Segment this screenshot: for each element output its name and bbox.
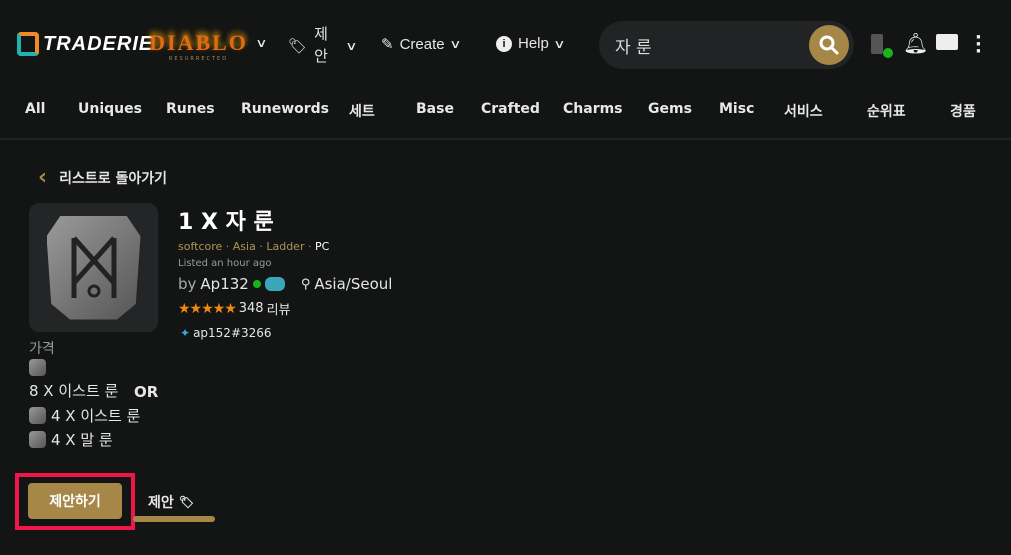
menu-help-label: Help bbox=[518, 35, 549, 52]
category-nav: All Uniques Runes Runewords 세트 Base Craf… bbox=[0, 88, 1011, 140]
price-option-1: 8 X 이스트 룬 bbox=[29, 359, 139, 401]
price-option-2b: 4 X 말 룬 bbox=[29, 429, 113, 450]
seller-location: Asia/Seoul bbox=[314, 275, 393, 293]
tab-offers[interactable]: 제안 🏷 bbox=[148, 492, 194, 512]
traderie-logo[interactable]: TRADERIE bbox=[17, 32, 153, 56]
menu-create[interactable]: ✎ Create ∨ bbox=[381, 35, 462, 54]
menu-create-label: Create bbox=[399, 35, 445, 53]
nav-sets[interactable]: 세트 bbox=[349, 101, 375, 121]
nav-giveaways[interactable]: 경품 bbox=[950, 101, 976, 121]
star-rating-icon: ★★★★★ bbox=[178, 300, 237, 317]
nav-charms[interactable]: Charms bbox=[563, 101, 623, 117]
badge-icon bbox=[264, 277, 285, 291]
back-to-list-link[interactable]: ‹ 리스트로 돌아가기 bbox=[38, 165, 167, 190]
game-selector-logo[interactable]: DIABLO RESURRECTED bbox=[149, 22, 246, 70]
nav-misc[interactable]: Misc bbox=[719, 101, 754, 117]
game-dropdown-chevron[interactable]: ∨ bbox=[255, 36, 268, 50]
nav-gems[interactable]: Gems bbox=[648, 101, 692, 117]
more-options-icon[interactable]: · · · bbox=[975, 29, 982, 61]
chevron-left-icon: ‹ bbox=[38, 165, 48, 190]
seller-name[interactable]: Ap132 bbox=[200, 275, 248, 293]
nav-leaderboard[interactable]: 순위표 bbox=[867, 101, 906, 121]
logo-text: TRADERIE bbox=[43, 32, 154, 55]
search-input[interactable]: 자 룬 bbox=[615, 33, 652, 58]
online-status-dot bbox=[883, 48, 893, 58]
search-icon bbox=[819, 35, 839, 55]
listing-title: 1 X 자 룬 bbox=[178, 210, 274, 235]
tag-icon: 🏷 bbox=[288, 38, 308, 55]
menu-offers-label: 제안 bbox=[314, 26, 328, 65]
chat-icon[interactable] bbox=[936, 34, 958, 50]
search-bar[interactable]: 자 룬 bbox=[599, 21, 854, 69]
traderie-logo-icon bbox=[17, 32, 39, 56]
tag-icon: 🏷 bbox=[178, 495, 194, 509]
item-image bbox=[29, 203, 158, 332]
listed-time: Listed an hour ago bbox=[178, 258, 272, 269]
battlenet-icon: ✦ bbox=[180, 326, 191, 340]
search-button[interactable] bbox=[809, 25, 849, 65]
menu-offers[interactable]: 🏷 제안 ∨ bbox=[288, 24, 358, 68]
rune-icon bbox=[29, 431, 46, 448]
seller-info: by Ap132 ⚲ Asia/Seoul bbox=[178, 275, 393, 293]
make-offer-button[interactable]: 제안하기 bbox=[28, 483, 122, 519]
back-label: 리스트로 돌아가기 bbox=[59, 170, 167, 187]
edit-icon: ✎ bbox=[381, 36, 394, 53]
info-icon: i bbox=[496, 35, 512, 52]
price-label: 가격 bbox=[29, 341, 55, 357]
tab-active-indicator bbox=[133, 516, 215, 522]
rune-icon bbox=[29, 407, 46, 424]
nav-services[interactable]: 서비스 bbox=[784, 101, 823, 121]
price-or: OR bbox=[134, 383, 159, 401]
nav-runewords[interactable]: Runewords bbox=[241, 101, 329, 117]
location-pin-icon: ⚲ bbox=[300, 276, 311, 292]
chevron-down-icon: ∨ bbox=[255, 36, 268, 50]
bell-icon[interactable]: 🔔︎ bbox=[903, 31, 928, 55]
user-avatar[interactable] bbox=[871, 34, 883, 54]
chevron-down-icon: ∨ bbox=[553, 36, 566, 51]
rune-icon bbox=[29, 359, 46, 376]
chevron-down-icon: ∨ bbox=[345, 39, 358, 53]
battlenet-id: ✦ ap152#3266 bbox=[180, 326, 272, 340]
listing-meta: softcore · Asia · Ladder · PC bbox=[178, 240, 330, 253]
nav-crafted[interactable]: Crafted bbox=[481, 101, 540, 117]
nav-all[interactable]: All bbox=[25, 101, 45, 117]
online-status-dot bbox=[252, 280, 261, 288]
price-option-2a: 4 X 이스트 룬 bbox=[29, 405, 140, 426]
menu-help[interactable]: i Help ∨ bbox=[496, 35, 566, 52]
nav-runes[interactable]: Runes bbox=[166, 101, 215, 117]
chevron-down-icon: ∨ bbox=[448, 37, 462, 51]
nav-uniques[interactable]: Uniques bbox=[78, 101, 142, 117]
nav-base[interactable]: Base bbox=[416, 101, 454, 117]
seller-rating[interactable]: ★★★★★ 348 리뷰 bbox=[178, 299, 291, 319]
